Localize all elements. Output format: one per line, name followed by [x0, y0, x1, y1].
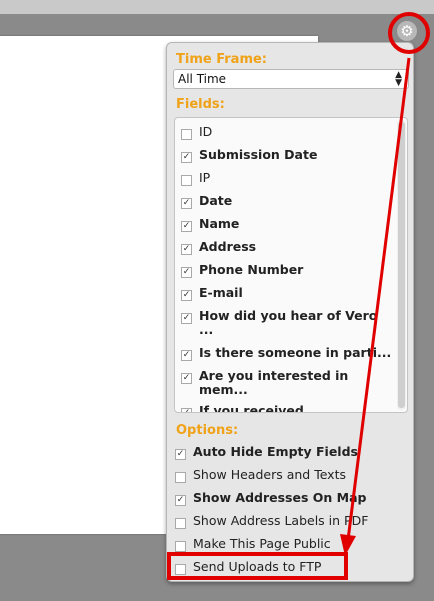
fields-list[interactable]: ID ✓ Submission Date IP ✓ Date ✓ Name ✓ Address ✓ P… — [174, 117, 408, 413]
field-label: If you received — [199, 403, 304, 413]
field-checkbox[interactable]: ✓ — [181, 152, 192, 163]
field-checkbox[interactable] — [181, 129, 192, 140]
field-label: IP — [199, 170, 211, 185]
field-item[interactable]: IP — [181, 171, 210, 186]
field-checkbox[interactable]: ✓ — [181, 198, 192, 209]
field-label: Submission Date — [199, 147, 318, 162]
annotation-circle — [388, 12, 430, 54]
field-label: How did you hear of Vero ... — [199, 308, 378, 337]
field-checkbox[interactable]: ✓ — [181, 290, 192, 301]
option-checkbox[interactable] — [175, 518, 186, 529]
field-label: Name — [199, 216, 240, 231]
annotation-highlight-box — [167, 552, 348, 580]
field-checkbox[interactable]: ✓ — [181, 408, 192, 412]
fields-label: Fields: — [176, 97, 225, 112]
option-item[interactable]: ✓ Auto Hide Empty Fields — [175, 445, 358, 460]
fields-scrollbar[interactable] — [397, 120, 406, 410]
option-checkbox[interactable] — [175, 472, 186, 483]
field-checkbox[interactable]: ✓ — [181, 244, 192, 255]
field-item[interactable]: ID — [181, 125, 212, 140]
field-item[interactable]: ✓ Are you interested in mem... — [181, 369, 348, 397]
time-frame-select[interactable]: All Time ▲ ▼ — [173, 69, 409, 89]
options-label: Options: — [176, 423, 239, 438]
field-item[interactable]: ✓ Submission Date — [181, 148, 317, 163]
field-label: Phone Number — [199, 262, 304, 277]
option-checkbox[interactable] — [175, 541, 186, 552]
time-frame-value: All Time — [178, 72, 227, 86]
field-item[interactable]: ✓ E-mail — [181, 286, 243, 301]
option-label: Show Headers and Texts — [193, 467, 346, 482]
option-checkbox[interactable]: ✓ — [175, 449, 186, 460]
option-item[interactable]: Show Address Labels in PDF — [175, 514, 368, 529]
time-frame-label: Time Frame: — [176, 52, 268, 67]
settings-panel: Time Frame: All Time ▲ ▼ Fields: ID ✓ Submi… — [166, 42, 414, 582]
option-checkbox[interactable]: ✓ — [175, 495, 186, 506]
field-item[interactable]: ✓ Date — [181, 194, 232, 209]
field-item[interactable]: ✓ Phone Number — [181, 263, 303, 278]
field-label: ID — [199, 124, 213, 139]
field-item[interactable]: ✓ If you received — [181, 403, 304, 413]
option-label: Auto Hide Empty Fields — [193, 444, 358, 459]
option-label: Show Addresses On Map — [193, 490, 367, 505]
field-label: E-mail — [199, 285, 243, 300]
field-label: Is there someone in parti... — [199, 345, 392, 360]
option-label: Show Address Labels in PDF — [193, 513, 369, 528]
option-item[interactable]: Show Headers and Texts — [175, 468, 346, 483]
field-item[interactable]: ✓ Name — [181, 217, 239, 232]
field-label: Are you interested in mem... — [199, 368, 349, 397]
field-label: Date — [199, 193, 233, 208]
field-checkbox[interactable]: ✓ — [181, 267, 192, 278]
option-item[interactable]: ✓ Show Addresses On Map — [175, 491, 366, 506]
field-checkbox[interactable]: ✓ — [181, 350, 192, 361]
field-item[interactable]: ✓ Address — [181, 240, 256, 255]
field-checkbox[interactable] — [181, 175, 192, 186]
field-item[interactable]: ✓ How did you hear of Vero ... — [181, 309, 377, 337]
field-checkbox[interactable]: ✓ — [181, 373, 192, 384]
option-item[interactable]: Make This Page Public — [175, 537, 331, 552]
field-label: Address — [199, 239, 257, 254]
field-checkbox[interactable]: ✓ — [181, 313, 192, 324]
top-bar — [0, 0, 434, 14]
option-label: Make This Page Public — [193, 536, 331, 551]
field-checkbox[interactable]: ✓ — [181, 221, 192, 232]
select-arrows-icon: ▲ ▼ — [395, 70, 402, 88]
field-item[interactable]: ✓ Is there someone in parti... — [181, 346, 391, 361]
